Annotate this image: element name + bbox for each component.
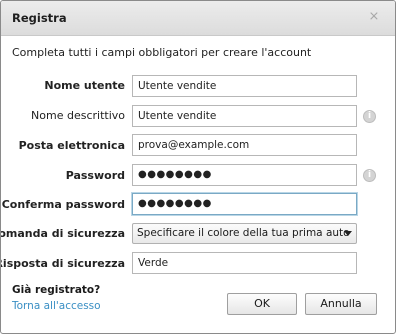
cancel-button[interactable]: Annulla xyxy=(305,293,377,315)
security-answer-label: Risposta di sicurezza xyxy=(0,257,125,270)
dialog-title: Registra xyxy=(12,11,67,25)
confirm-password-field[interactable]: ●●●●●●●● xyxy=(132,193,357,215)
username-label: Nome utente xyxy=(44,79,125,92)
info-icon[interactable]: i xyxy=(363,169,376,182)
security-question-value: Specificare il colore della tua prima au… xyxy=(137,227,350,239)
password-field[interactable]: ●●●●●●●● xyxy=(132,164,357,186)
info-icon[interactable]: i xyxy=(363,110,376,123)
display-name-field[interactable]: Utente vendite xyxy=(132,105,357,127)
dialog-titlebar: Registra ⨯ xyxy=(1,1,395,36)
close-icon[interactable]: ⨯ xyxy=(367,10,381,24)
confirm-password-label: Conferma password xyxy=(1,198,125,211)
security-answer-field[interactable]: Verde xyxy=(132,252,357,274)
ok-button[interactable]: OK xyxy=(227,293,297,315)
dialog-subtitle: Completa tutti i campi obbligatori per c… xyxy=(12,46,312,59)
username-field[interactable]: Utente vendite xyxy=(132,75,357,97)
display-name-label: Nome descrittivo xyxy=(31,109,125,122)
chevron-down-icon xyxy=(344,231,352,236)
email-label: Posta elettronica xyxy=(18,139,125,152)
already-registered-text: Già registrato? xyxy=(12,284,101,296)
security-question-select[interactable]: Specificare il colore della tua prima au… xyxy=(132,223,357,244)
security-question-label: Domanda di sicurezza xyxy=(0,227,125,240)
password-label: Password xyxy=(65,169,125,182)
register-dialog: Registra ⨯ Completa tutti i campi obblig… xyxy=(0,0,396,334)
email-field[interactable]: prova@example.com xyxy=(132,134,357,156)
back-to-login-link[interactable]: Torna all'accesso xyxy=(12,300,101,312)
